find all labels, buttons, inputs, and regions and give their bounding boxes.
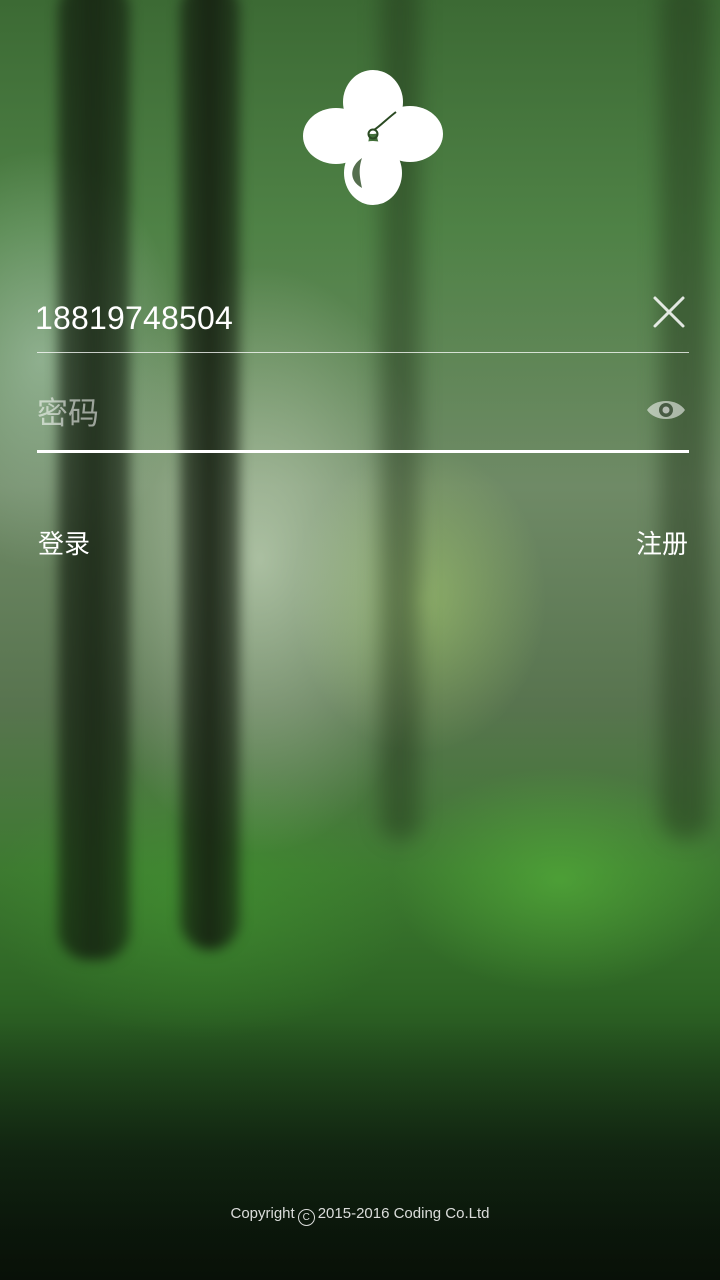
ground-shadow	[0, 1020, 720, 1280]
register-button[interactable]: 注册	[636, 524, 688, 561]
copyright-footer: Copyright C 2015-2016 Coding Co.Ltd	[0, 1205, 720, 1226]
phone-field[interactable]: 18819748504	[35, 288, 689, 353]
copyright-prefix: Copyright	[230, 1205, 295, 1222]
copyright-icon: C	[297, 1209, 315, 1226]
phone-input[interactable]: 18819748504	[35, 300, 233, 337]
clover-icon	[303, 70, 443, 205]
background-tree	[58, 0, 130, 960]
copyright-text: 2015-2016 Coding Co.Ltd	[317, 1205, 490, 1222]
background-tree	[180, 0, 240, 950]
login-button[interactable]: 登录	[38, 524, 90, 561]
password-field[interactable]	[37, 384, 689, 453]
password-input[interactable]	[37, 392, 597, 436]
close-icon[interactable]	[649, 292, 689, 332]
eye-icon[interactable]	[645, 394, 687, 426]
